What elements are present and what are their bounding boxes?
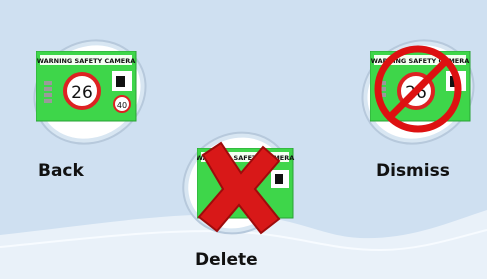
back-button[interactable]: WARNING SAFETY CAMERA 26 40 Back (28, 35, 154, 185)
svg-text:WARNING SAFETY CAMERA: WARNING SAFETY CAMERA (37, 57, 136, 65)
dismiss-label: Dismiss (376, 161, 450, 181)
back-label: Back (38, 161, 84, 181)
dismiss-button[interactable]: WARNING SAFETY CAMERA 26 Dismiss (356, 35, 484, 185)
delete-label: Delete (195, 250, 258, 270)
no-entry-icon (374, 45, 462, 133)
delete-button[interactable]: WARNING SAFETY CAMERA Delete (175, 118, 300, 278)
delete-cross-icon (197, 141, 281, 235)
svg-text:40: 40 (117, 101, 127, 110)
safety-camera-warning-icon: WARNING SAFETY CAMERA 26 40 (36, 51, 137, 122)
svg-text:26: 26 (71, 83, 93, 103)
